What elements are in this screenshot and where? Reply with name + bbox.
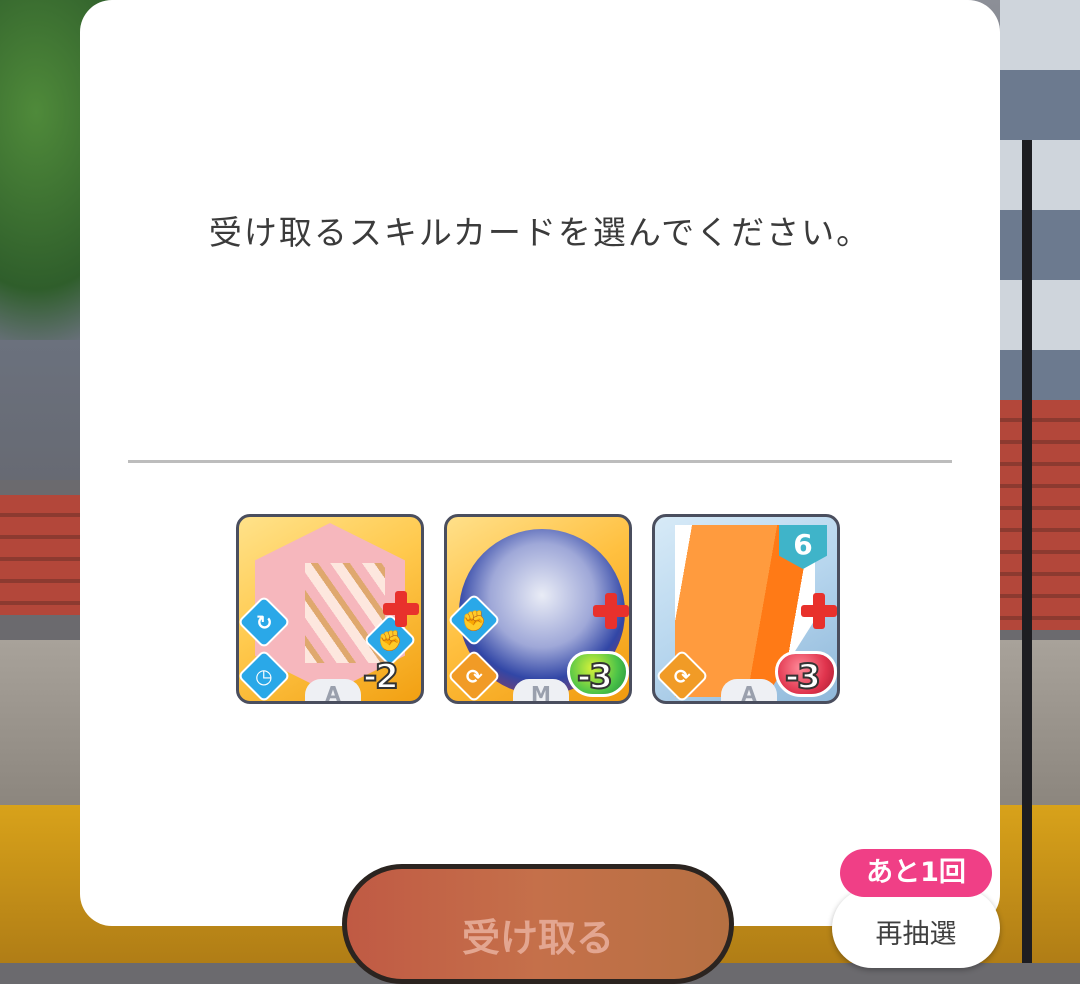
plan-label: A	[721, 679, 777, 701]
background-brick-wall	[1000, 400, 1080, 630]
skill-card-3[interactable]: 6 ⟳ -3 A	[652, 514, 840, 704]
plan-label: M	[513, 679, 569, 701]
card-cost: -2	[362, 656, 400, 698]
skill-card-list: ↻ ◷ ✊ -2 A ✊ ⟳ -3 M 6 ⟳ -3 A	[236, 514, 844, 706]
card-cost: -3	[576, 656, 614, 698]
card-cost: -3	[784, 656, 822, 698]
background-building	[1000, 0, 1080, 420]
skill-card-2[interactable]: ✊ ⟳ -3 M	[444, 514, 632, 704]
remaining-count-badge: あと1回	[840, 849, 992, 897]
plan-label: A	[305, 679, 361, 701]
divider	[128, 460, 952, 463]
plus-icon	[801, 593, 837, 629]
receive-button[interactable]: 受け取る	[342, 864, 734, 984]
background-brick-wall	[0, 495, 80, 615]
skill-card-1[interactable]: ↻ ◷ ✊ -2 A	[236, 514, 424, 704]
skill-card-select-dialog: 受け取るスキルカードを選んでください。 ↻ ◷ ✊ -2 A ✊ ⟳ -3 M …	[80, 0, 1000, 926]
background-mic-stand	[1022, 140, 1032, 963]
plus-icon	[383, 591, 419, 627]
plus-icon	[593, 593, 629, 629]
dialog-title: 受け取るスキルカードを選んでください。	[208, 213, 872, 252]
reroll-button[interactable]: 再抽選	[832, 888, 1000, 968]
